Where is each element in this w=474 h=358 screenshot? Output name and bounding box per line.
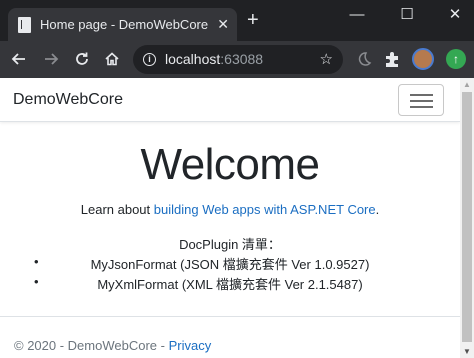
navbar-toggle-button[interactable] xyxy=(398,84,444,116)
maximize-button[interactable]: ☐ xyxy=(392,5,422,25)
url-port: :63088 xyxy=(220,51,264,67)
address-bar[interactable]: i localhost:63088 ☆ xyxy=(133,45,343,74)
page-scrollbar[interactable]: ▲ ▼ xyxy=(460,78,474,358)
back-arrow-icon[interactable] xyxy=(8,48,30,70)
extension-moon-icon[interactable] xyxy=(355,50,373,68)
browser-tab[interactable]: Home page - DemoWebCore ✕ xyxy=(8,8,237,41)
web-page: DemoWebCore Welcome Learn about building… xyxy=(0,78,460,358)
plugin-list-title: DocPlugin 清單： xyxy=(179,237,281,252)
welcome-heading: Welcome xyxy=(140,140,320,189)
site-footer: © 2020 - DemoWebCore - Privacy xyxy=(0,316,460,358)
info-icon[interactable]: i xyxy=(143,53,156,66)
hamburger-line xyxy=(410,106,433,108)
aspnet-docs-link[interactable]: building Web apps with ASP.NET Core xyxy=(154,202,376,217)
reload-icon[interactable] xyxy=(71,48,93,70)
profile-avatar[interactable] xyxy=(412,48,434,70)
scroll-up-arrow-icon[interactable]: ▲ xyxy=(463,80,471,89)
scroll-thumb[interactable] xyxy=(462,92,472,342)
footer-text: © 2020 - DemoWebCore - Privacy xyxy=(14,338,211,353)
site-navbar: DemoWebCore xyxy=(0,78,460,122)
learn-about-text: Learn about building Web apps with ASP.N… xyxy=(0,202,460,217)
browser-titlebar: Home page - DemoWebCore ✕ + — ☐ ✕ xyxy=(0,0,474,41)
tab-close-icon[interactable]: ✕ xyxy=(217,15,229,33)
forward-arrow-icon[interactable] xyxy=(40,48,62,70)
update-icon[interactable]: ↑ xyxy=(446,49,466,69)
tab-title: Home page - DemoWebCore xyxy=(40,17,209,32)
page-favicon-icon xyxy=(18,17,31,33)
new-tab-button[interactable]: + xyxy=(247,10,259,30)
url-host: localhost xyxy=(165,51,221,67)
url-text[interactable]: localhost:63088 xyxy=(165,51,263,67)
puzzle-icon[interactable] xyxy=(383,50,401,68)
site-brand[interactable]: DemoWebCore xyxy=(13,91,123,109)
learn-prefix: Learn about xyxy=(80,202,154,217)
browser-toolbar: i localhost:63088 ☆ ↑ xyxy=(0,41,474,78)
scroll-down-arrow-icon[interactable]: ▼ xyxy=(463,347,471,356)
hamburger-line xyxy=(410,100,433,102)
plugin-item-json: MyJsonFormat (JSON 檔擴充套件 Ver 1.0.9527) xyxy=(90,257,370,272)
footer-copyright: © 2020 - DemoWebCore - xyxy=(14,338,169,353)
home-icon[interactable] xyxy=(101,48,123,70)
hamburger-line xyxy=(410,94,433,96)
learn-suffix: . xyxy=(375,202,380,217)
privacy-link[interactable]: Privacy xyxy=(169,338,212,353)
minimize-button[interactable]: — xyxy=(342,5,372,25)
star-icon[interactable]: ☆ xyxy=(320,50,333,68)
close-window-button[interactable]: ✕ xyxy=(440,5,470,25)
plugin-item-xml: MyXmlFormat (XML 檔擴充套件 Ver 2.1.5487) xyxy=(97,277,363,292)
